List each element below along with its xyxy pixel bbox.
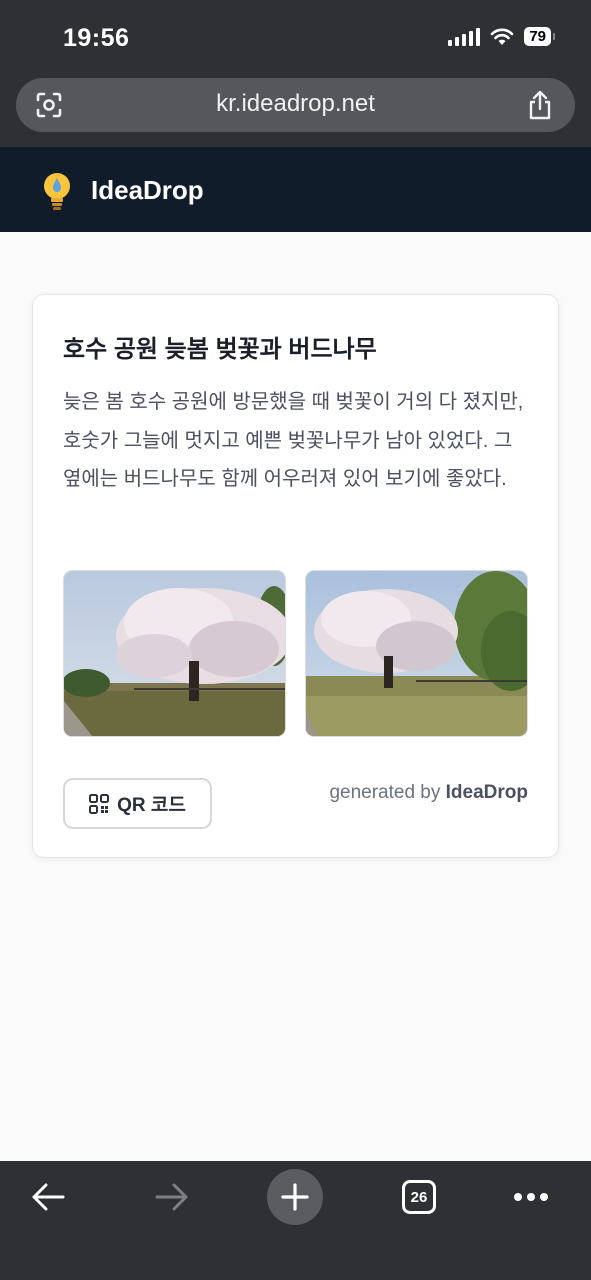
generated-brand-link[interactable]: IdeaDrop	[446, 782, 528, 803]
lightbulb-icon[interactable]	[40, 171, 74, 211]
site-name[interactable]: IdeaDrop	[91, 175, 204, 206]
generated-by-label: generated by IdeaDrop	[329, 782, 528, 804]
qr-button-label: QR 코드	[117, 795, 186, 816]
address-bar[interactable]: kr.ideadrop.net	[16, 78, 575, 132]
forward-arrow-icon[interactable]	[144, 1169, 200, 1225]
qr-code-button[interactable]: QR 코드	[63, 778, 212, 829]
url-text[interactable]: kr.ideadrop.net	[16, 90, 575, 118]
status-icons: 79	[448, 27, 555, 46]
generated-prefix: generated by	[329, 782, 441, 803]
photo-cherry-blossom-2[interactable]	[305, 570, 528, 737]
card-description: 늦은 봄 호수 공원에 방문했을 때 벚꽃이 거의 다 졌지만, 호숫가 그늘에…	[63, 391, 524, 490]
wifi-icon	[491, 28, 514, 45]
tab-switcher-button[interactable]: 26	[391, 1169, 447, 1225]
idea-card: 호수 공원 늦봄 벚꽃과 버드나무 늦은 봄 호수 공원에 방문했을 때 벚꽃이…	[32, 294, 559, 858]
back-arrow-icon[interactable]	[20, 1169, 76, 1225]
browser-toolbar: 26	[0, 1161, 591, 1280]
status-time: 19:56	[63, 24, 130, 52]
share-icon[interactable]	[525, 90, 555, 120]
tab-count: 26	[402, 1180, 436, 1214]
photo-cherry-blossom-1[interactable]	[63, 570, 286, 737]
qr-icon	[89, 793, 110, 814]
more-icon[interactable]	[503, 1169, 559, 1225]
card-title: 호수 공원 늦봄 벚꽃과 버드나무	[63, 336, 377, 363]
browser-chrome-top: 19:56 79 kr.ideadrop.net	[0, 0, 591, 147]
site-header: IdeaDrop	[0, 147, 591, 232]
cellular-signal-icon	[448, 27, 481, 46]
battery-indicator: 79	[524, 27, 555, 46]
plus-icon[interactable]	[267, 1169, 323, 1225]
